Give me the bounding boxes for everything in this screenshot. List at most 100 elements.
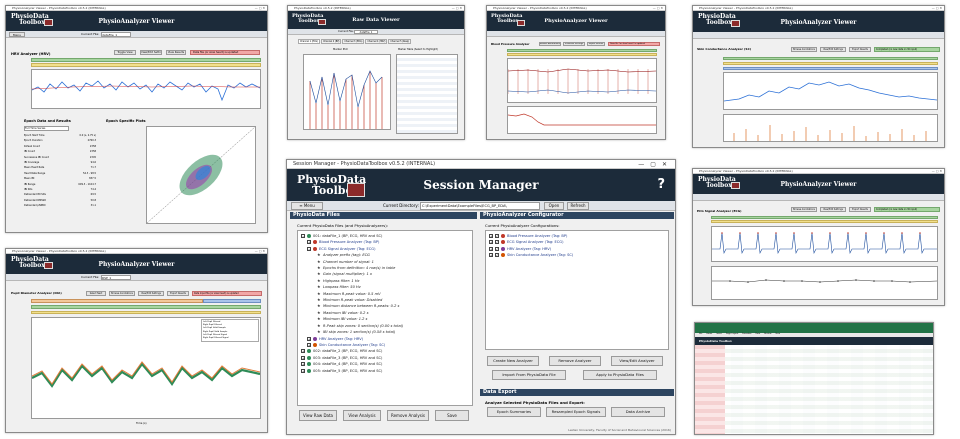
- files-panel-header: PhysioData Files: [290, 212, 477, 219]
- menubar: Current File: dataFile_1: [288, 29, 464, 35]
- refresh-button[interactable]: Refresh: [567, 202, 589, 210]
- current-dir-field[interactable]: C:\ExperimentData\ExampleFiles\ECG_BP_ED…: [420, 202, 540, 210]
- spreadsheet-ribbon: [695, 323, 933, 333]
- view-analysis-button[interactable]: View Analysis: [343, 410, 381, 421]
- poincare-plot: [146, 126, 256, 224]
- open-button[interactable]: Open: [544, 202, 564, 210]
- spreadsheet-header: PhysioData Toolbox: [695, 337, 933, 345]
- status-banner: Completed (no new data on 30 input): [874, 47, 940, 52]
- spreadsheet-grid: [695, 345, 933, 434]
- remove-analyzer-button[interactable]: Remove Analyzer: [549, 356, 601, 366]
- header: PhysioData Toolbox Session Manager ?: [287, 169, 675, 201]
- files-panel-caption: Current PhysioData Files (and PhysioAnal…: [297, 223, 388, 228]
- alert-banner: Data Input file (or slow heart) is updat…: [192, 291, 262, 296]
- settings-button[interactable]: View/Edit Settings: [138, 291, 164, 296]
- settings-button[interactable]: View/Edit Settings: [820, 207, 846, 212]
- menu-button[interactable]: ≡ Menu: [291, 202, 323, 210]
- save-button[interactable]: Save: [435, 410, 469, 421]
- marker-plot: [303, 54, 391, 130]
- config-item[interactable]: + ✓ Skin Conductance Analyzer (Tag: SC): [489, 252, 665, 258]
- config-tree[interactable]: + ✓ Blood Pressure Analyzer (Tag: BP) + ✓ EC…: [485, 230, 669, 350]
- epoch-bar: [31, 305, 261, 309]
- help-icon[interactable]: ?: [657, 177, 665, 192]
- current-dir-label: Current Directory:: [383, 203, 419, 208]
- import-button[interactable]: Import From PhysioData File: [492, 370, 566, 380]
- epoch-select[interactable]: Full Time Series: [24, 126, 69, 131]
- export-button[interactable]: Export Results: [167, 291, 189, 296]
- menubar: [487, 31, 665, 37]
- section-title: Pupil Diameter Analyzer (DIA): [11, 291, 62, 295]
- toggle-view-button[interactable]: Toggle View: [114, 50, 136, 55]
- epoch-bar: [711, 216, 938, 219]
- session-manager-window: Session Manager - PhysioDataToolbox v0.5…: [286, 159, 676, 435]
- view-raw-data-button[interactable]: View Raw Data: [299, 410, 337, 421]
- ecg-viewer-window: PhysioAnalyzer Viewer - PhysioDataToolbo…: [692, 168, 945, 306]
- header: PhysioData Toolbox PhysioAnalyzer Viewer: [693, 174, 944, 194]
- sc-viewer-window: PhysioAnalyzer Viewer - PhysioDataToolbo…: [692, 5, 945, 148]
- epoch-bar: [31, 299, 261, 303]
- annotations-button[interactable]: Browse Annotations: [539, 42, 561, 46]
- create-analyzer-button[interactable]: Create New Analyzer: [487, 356, 539, 366]
- tab-channel[interactable]: Channel 2 (BP): [321, 39, 342, 44]
- tab-channel[interactable]: Channel 4 (HRV): [365, 39, 388, 44]
- resampled-signals-button[interactable]: Resampled Epoch Signals: [546, 407, 606, 417]
- results-table: Epoch Start Time 0.0 (s, 2.75 s) Epoch Du…: [24, 133, 96, 209]
- current-file-select[interactable]: dataFile_1: [101, 32, 131, 37]
- tab-channel[interactable]: Channel 5 (Resp): [388, 39, 412, 44]
- ribbon-tab[interactable]: Data: [755, 333, 760, 337]
- apply-button[interactable]: Apply to PhysioData Files: [583, 370, 657, 380]
- status-banner: Completed (no new data on 30 input): [874, 207, 940, 212]
- menubar: ≡ Menu Current Directory: C:\ExperimentD…: [287, 201, 675, 211]
- current-file-select[interactable]: RSP_1: [101, 275, 131, 280]
- remove-analysis-button[interactable]: Remove Analysis: [387, 410, 429, 421]
- annotations-button[interactable]: Browse Annotations: [791, 207, 817, 212]
- window-controls[interactable]: —▢✕: [638, 160, 673, 169]
- export-button[interactable]: Export Results: [587, 42, 605, 46]
- settings-button[interactable]: View/Edit Settings: [820, 47, 846, 52]
- tab-channel[interactable]: Channel 3 (EDA): [342, 39, 365, 44]
- header: PhysioData Toolbox PhysioAnalyzer Viewer: [6, 11, 267, 31]
- annotations-button[interactable]: Browse Annotations: [109, 291, 135, 296]
- menu-button[interactable]: Menu: [9, 32, 25, 37]
- section-title: ECG Signal Analyzer (ECG): [697, 209, 742, 213]
- header: PhysioData Toolbox PhysioAnalyzer Viewer: [693, 11, 944, 32]
- bp-plot: [507, 58, 657, 103]
- pupil-viewer-window: PhysioAnalyzer Viewer - PhysioDataToolbo…: [5, 248, 268, 433]
- epoch-bar: [31, 311, 261, 314]
- export-button[interactable]: Export Results: [849, 207, 871, 212]
- page-title: PhysioAnalyzer Viewer: [98, 18, 175, 25]
- page-title: PhysioAnalyzer Viewer: [98, 261, 175, 268]
- epoch-bar: [711, 220, 938, 223]
- files-tree[interactable]: −001: dataFile_1 (BP, ECG, HRV and SC) +…: [297, 230, 473, 406]
- raw-data-window: PhysioDataToolbox v0.5.2 (INTERNAL) — ▢ ✕…: [287, 5, 465, 140]
- epoch-bar: [723, 62, 938, 65]
- marker-table: [396, 54, 458, 134]
- ribbon-tab[interactable]: Formulas: [742, 333, 751, 337]
- epoch-summaries-button[interactable]: Epoch Summaries: [487, 407, 541, 417]
- ecg-plot: [711, 226, 938, 262]
- menubar: [693, 32, 944, 39]
- data-archive-button[interactable]: Data Archive: [611, 407, 665, 417]
- hrv-viewer-window: PhysioAnalyzer Viewer - PhysioDataToolbo…: [5, 5, 268, 233]
- export-button[interactable]: Export Results: [849, 47, 871, 52]
- header: PhysioData Toolbox PhysioAnalyzer Viewer: [487, 11, 665, 31]
- section-title: HRV Analyzer (HRV): [11, 52, 51, 56]
- menubar: Menu Current File: dataFile_1: [6, 31, 267, 38]
- settings-button[interactable]: View/Edit Settings: [563, 42, 585, 46]
- results-button[interactable]: View Results: [166, 50, 186, 55]
- settings-button[interactable]: View/Edit Settings: [140, 50, 162, 55]
- marker-table-title: Marker Table (Select to Highlight): [398, 48, 438, 51]
- specific-plots-title: Epoch Specific Plots: [106, 119, 146, 123]
- ribbon-tab[interactable]: View: [775, 333, 780, 337]
- annotations-button[interactable]: Browse Annotations: [791, 47, 817, 52]
- bp-viewer-window: PhysioAnalyzer Viewer - PhysioDataToolbo…: [486, 5, 666, 140]
- epoch-bar: [31, 58, 261, 62]
- sc-plot: [723, 72, 938, 110]
- current-file-select[interactable]: dataFile_1: [354, 30, 378, 34]
- tab-channel[interactable]: Channel 1 (ECG): [298, 39, 321, 44]
- select-next-button[interactable]: Select Next: [86, 291, 106, 296]
- epoch-data-title: Epoch Data and Results: [24, 119, 71, 123]
- ribbon-tab[interactable]: Review: [764, 333, 771, 337]
- view-edit-analyzer-button[interactable]: View/Edit Analyzer: [611, 356, 663, 366]
- tree-item[interactable]: +005: dataFile_5 (BP, ECG, HRV and SC): [301, 368, 469, 374]
